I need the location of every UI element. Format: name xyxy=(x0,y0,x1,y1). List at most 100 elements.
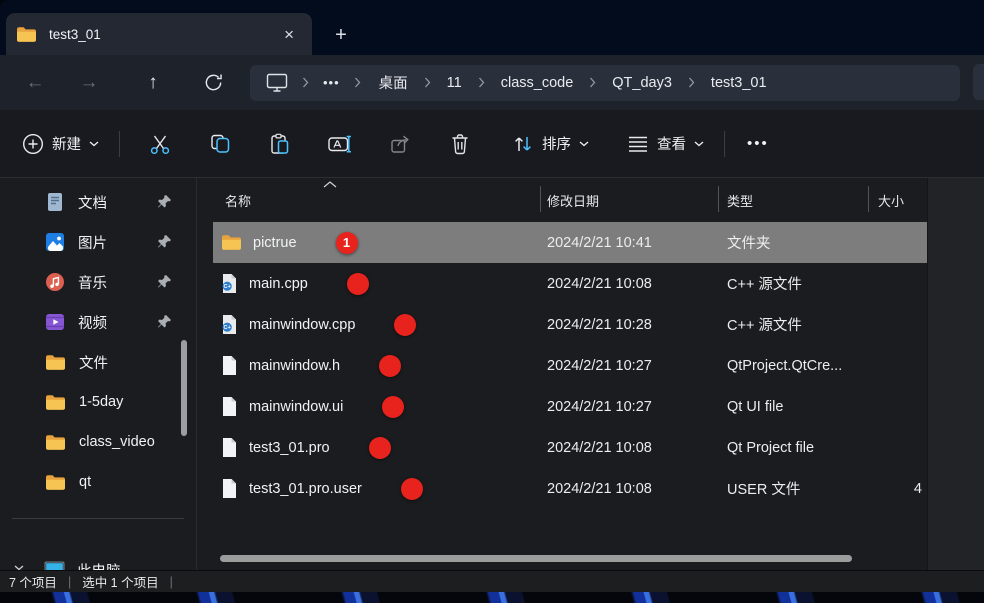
sidebar-item-videos[interactable]: 视频 xyxy=(0,302,196,342)
command-toolbar: 新建 排序 查看 ••• xyxy=(0,110,984,178)
pin-icon xyxy=(157,274,172,289)
pin-icon xyxy=(157,194,172,209)
breadcrumb: 桌面 11 class_code QT_day3 test3_01 xyxy=(369,68,777,97)
file-name: main.cpp xyxy=(249,276,308,292)
file-list: pictrue 1 2024/2/21 10:41 文件夹 C+ main.cp… xyxy=(213,222,927,509)
share-button[interactable] xyxy=(370,124,430,164)
file-date-modified: 2024/2/21 10:27 xyxy=(547,386,652,427)
file-name: test3_01.pro xyxy=(249,440,330,456)
column-header-type[interactable]: 类型 xyxy=(727,191,753,210)
desktop-wallpaper xyxy=(0,592,984,603)
file-size: 4 xyxy=(914,468,922,509)
sidebar-item-pictures[interactable]: 图片 xyxy=(0,222,196,262)
file-name: mainwindow.h xyxy=(249,358,340,374)
rename-button[interactable] xyxy=(310,124,370,164)
address-bar[interactable]: ••• 桌面 11 class_code QT_day3 test3_01 xyxy=(250,65,960,101)
sidebar-item-label: 1-5day xyxy=(79,394,123,410)
docs-icon xyxy=(45,191,65,213)
cpp-icon: C+ xyxy=(221,314,238,335)
sidebar-divider xyxy=(12,518,184,519)
file-row-pictrue[interactable]: pictrue 1 2024/2/21 10:41 文件夹 xyxy=(213,222,927,263)
main-area: 文档 图片 音乐 视频 文件 1-5day class_video qt xyxy=(0,178,984,570)
selected-count: 选中 1 个项目 xyxy=(82,572,158,591)
breadcrumb-overflow-button[interactable]: ••• xyxy=(317,75,346,90)
status-divider: | xyxy=(170,575,173,589)
file-row-test3_01.pro[interactable]: test3_01.pro 2024/2/21 10:08 Qt Project … xyxy=(213,427,927,468)
sidebar-item-documents[interactable]: 文档 xyxy=(0,182,196,222)
sidebar-item-1-5day[interactable]: 1-5day xyxy=(0,382,196,422)
close-tab-button[interactable]: × xyxy=(276,24,302,45)
cpp-icon: C+ xyxy=(221,273,238,294)
paste-button[interactable] xyxy=(250,124,310,164)
file-row-mainwindow.ui[interactable]: mainwindow.ui 2024/2/21 10:27 Qt UI file xyxy=(213,386,927,427)
file-row-main.cpp[interactable]: C+ main.cpp 2024/2/21 10:08 C++ 源文件 xyxy=(213,263,927,304)
pictures-icon xyxy=(45,232,65,252)
column-header-size[interactable]: 大小 xyxy=(878,191,904,210)
sidebar-item-class_video[interactable]: class_video xyxy=(0,422,196,462)
more-options-button[interactable]: ••• xyxy=(735,127,781,160)
sidebar-item-files[interactable]: 文件 xyxy=(0,342,196,382)
chevron-right-icon[interactable] xyxy=(418,77,437,88)
rename-icon xyxy=(327,132,353,156)
new-button[interactable]: 新建 xyxy=(16,125,105,163)
annotation-badge: 1 xyxy=(336,232,358,254)
copy-button[interactable] xyxy=(190,124,250,164)
status-bar: 7 个项目 | 选中 1 个项目 | xyxy=(0,570,984,592)
file-name: mainwindow.ui xyxy=(249,399,343,415)
back-button[interactable]: ← xyxy=(15,63,55,103)
new-tab-button[interactable]: + xyxy=(326,20,356,50)
file-icon xyxy=(221,396,238,417)
annotation-badge xyxy=(369,437,391,459)
horizontal-scrollbar[interactable] xyxy=(220,555,852,562)
details-rail xyxy=(927,178,984,570)
column-header-name[interactable]: 名称 xyxy=(225,191,251,210)
tab-test3_01[interactable]: test3_01 × xyxy=(6,13,312,55)
file-type: USER 文件 xyxy=(727,468,800,509)
share-icon xyxy=(388,132,412,156)
breadcrumb-item-test3_01[interactable]: test3_01 xyxy=(701,71,777,95)
column-header-date[interactable]: 修改日期 xyxy=(547,191,599,210)
forward-button[interactable]: → xyxy=(69,63,109,103)
file-icon xyxy=(221,355,238,376)
sort-button[interactable]: 排序 xyxy=(506,125,595,163)
breadcrumb-item-11[interactable]: 11 xyxy=(437,71,472,95)
sidebar-item-qt[interactable]: qt xyxy=(0,462,196,502)
file-type: QtProject.QtCre... xyxy=(727,345,842,386)
file-date-modified: 2024/2/21 10:08 xyxy=(547,468,652,509)
toolbar-divider xyxy=(119,131,120,157)
refresh-button[interactable] xyxy=(193,63,233,103)
breadcrumb-item-桌面[interactable]: 桌面 xyxy=(369,68,418,97)
titlebar: test3_01 × + xyxy=(0,0,984,55)
sidebar-item-label: 视频 xyxy=(78,312,107,333)
file-row-mainwindow.cpp[interactable]: C+ mainwindow.cpp 2024/2/21 10:28 C++ 源文… xyxy=(213,304,927,345)
chevron-right-icon[interactable] xyxy=(583,77,602,88)
delete-button[interactable] xyxy=(430,124,490,164)
search-box-partial[interactable] xyxy=(973,64,984,100)
file-icon xyxy=(221,478,238,499)
column-headers: 名称 修改日期 类型 大小 xyxy=(197,178,927,220)
toolbar-divider xyxy=(724,131,725,157)
view-button[interactable]: 查看 xyxy=(621,125,710,162)
file-row-mainwindow.h[interactable]: mainwindow.h 2024/2/21 10:27 QtProject.Q… xyxy=(213,345,927,386)
chevron-right-icon[interactable] xyxy=(682,77,701,88)
svg-text:C+: C+ xyxy=(224,284,232,290)
column-divider[interactable] xyxy=(718,186,719,212)
column-divider[interactable] xyxy=(540,186,541,212)
copy-icon xyxy=(208,132,232,156)
chevron-right-icon[interactable] xyxy=(472,77,491,88)
cut-button[interactable] xyxy=(130,124,190,164)
item-count: 7 个项目 xyxy=(9,572,57,591)
chevron-right-icon[interactable] xyxy=(296,77,315,88)
up-button[interactable]: ↑ xyxy=(133,63,173,103)
chevron-right-icon[interactable] xyxy=(348,77,367,88)
sidebar-item-music[interactable]: 音乐 xyxy=(0,262,196,302)
sidebar-scrollbar[interactable] xyxy=(181,340,187,436)
svg-text:C+: C+ xyxy=(224,325,232,331)
breadcrumb-this-pc[interactable] xyxy=(260,73,294,92)
view-lines-icon xyxy=(627,135,649,153)
file-row-test3_01.pro.user[interactable]: test3_01.pro.user 2024/2/21 10:08 USER 文… xyxy=(213,468,927,509)
breadcrumb-item-class_code[interactable]: class_code xyxy=(491,71,584,95)
breadcrumb-item-QT_day3[interactable]: QT_day3 xyxy=(602,71,682,95)
column-divider[interactable] xyxy=(868,186,869,212)
sort-button-label: 排序 xyxy=(542,133,571,154)
